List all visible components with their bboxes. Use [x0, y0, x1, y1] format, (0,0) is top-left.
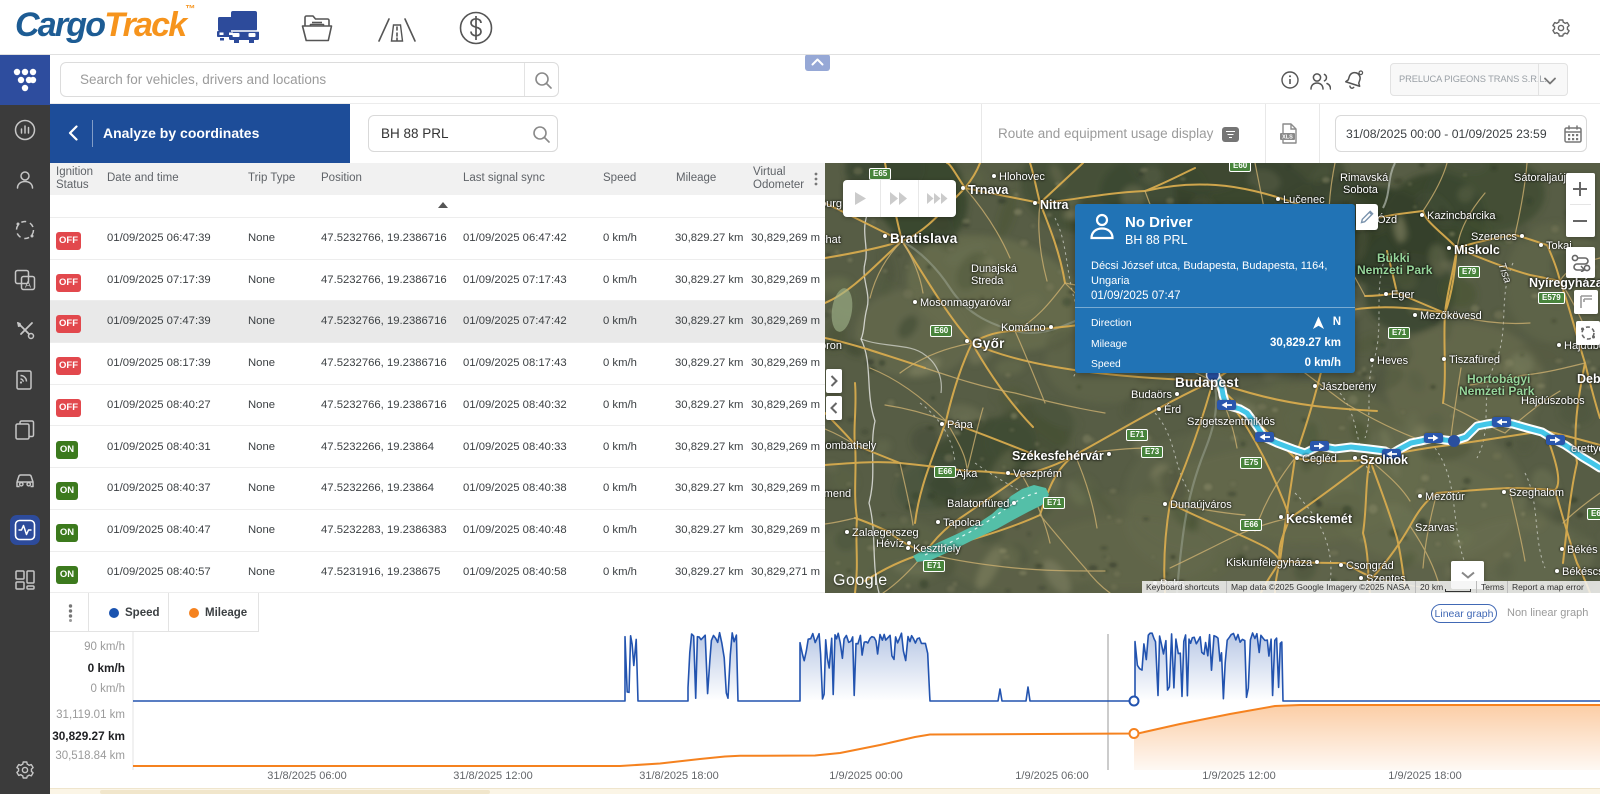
svg-text:A: A: [25, 280, 31, 290]
svg-text:XLS: XLS: [1282, 135, 1293, 141]
